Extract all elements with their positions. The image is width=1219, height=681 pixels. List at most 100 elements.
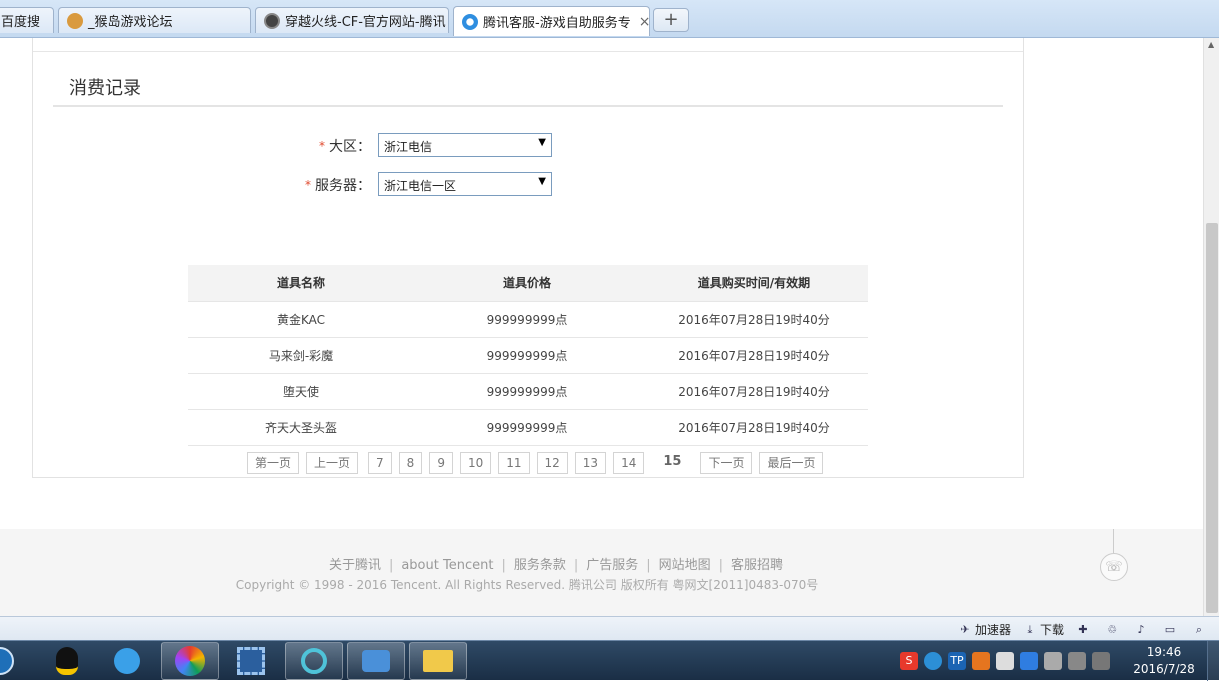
page-link-14[interactable]: 14 — [613, 452, 645, 474]
page-link-13[interactable]: 13 — [574, 452, 607, 474]
download-button[interactable]: ⤓ 下载 — [1023, 621, 1064, 638]
page-link-9[interactable]: 9 — [429, 452, 453, 474]
item-name-cell: 齐天大圣头盔 — [188, 409, 414, 446]
prev-page-button[interactable]: 上一页 — [306, 452, 359, 474]
firstaid-button[interactable]: ✚ — [1076, 623, 1093, 637]
qq-penguin-icon — [56, 647, 78, 675]
footer-separator: | — [573, 558, 579, 573]
table-row: 马来剑-彩魔 999999999点 2016年07月28日19时40分 — [188, 337, 868, 374]
copyright-text: Copyright © 1998 - 2016 Tencent. All Rig… — [235, 578, 819, 592]
folder-icon — [423, 650, 453, 672]
page-link-7[interactable]: 7 — [368, 452, 392, 474]
page-link-10[interactable]: 10 — [459, 452, 492, 474]
footer-separator: | — [646, 558, 651, 573]
start-button[interactable] — [0, 642, 22, 680]
purchase-table: 道具名称 道具价格 道具购买时间/有效期 黄金KAC 999999999点 20… — [188, 265, 868, 446]
taskbar-chat[interactable] — [347, 642, 405, 680]
clock-time: 19:46 — [1146, 645, 1182, 659]
site-footer: ☏ 关于腾讯 | about Tencent | 服务条款 | 广告服务 | 网站地图 | 客服招聘… — [0, 529, 1203, 616]
colorful-browser-icon — [175, 646, 205, 676]
usb-icon[interactable] — [1044, 652, 1062, 670]
zoom-button[interactable]: ⌕ — [1192, 623, 1209, 637]
new-tab-button[interactable]: + — [653, 8, 689, 32]
tab-tencent-service[interactable]: 腾讯客服-游戏自助服务专 × — [453, 6, 650, 36]
footer-link-terms[interactable]: 服务条款 — [514, 558, 566, 573]
footer-link-jobs[interactable]: 客服招聘 — [731, 558, 783, 573]
security-shield-icon[interactable] — [1020, 652, 1038, 670]
first-page-button[interactable]: 第一页 — [247, 452, 300, 474]
network-icon[interactable] — [1068, 652, 1086, 670]
taskbar-app-bird[interactable] — [98, 642, 156, 680]
clock-date: 2016/7/28 — [1133, 662, 1195, 676]
item-time-cell: 2016年07月28日19时40分 — [640, 301, 868, 338]
item-name-cell: 黄金KAC — [188, 301, 414, 338]
trash-button[interactable]: ♲ — [1105, 623, 1122, 637]
table-row: 堕天使 999999999点 2016年07月28日19时40分 — [188, 373, 868, 410]
region-select[interactable]: 浙江电信 ▼ — [378, 133, 552, 157]
region-select-value: 浙江电信 — [384, 140, 433, 154]
footer-link-ads[interactable]: 广告服务 — [586, 558, 638, 573]
tools-icon: ✈ — [960, 622, 970, 636]
footer-link-about[interactable]: 关于腾讯 — [329, 558, 381, 573]
taskbar-film[interactable] — [222, 642, 280, 680]
close-icon[interactable]: × — [639, 14, 649, 30]
tab-baidu[interactable]: 百度搜 — [0, 7, 54, 33]
item-price-cell: 999999999点 — [414, 409, 640, 446]
current-page: 15 — [651, 452, 694, 474]
server-select-value: 浙江电信一区 — [384, 179, 457, 193]
network-app-icon[interactable] — [924, 652, 942, 670]
chat-bubble-icon — [362, 650, 390, 672]
item-price-cell: 999999999点 — [414, 301, 640, 338]
table-row: 黄金KAC 999999999点 2016年07月28日19时40分 — [188, 301, 868, 338]
dropdown-arrow-icon: ▼ — [538, 176, 546, 187]
system-clock[interactable]: 19:46 2016/7/28 — [1128, 644, 1200, 678]
tab-houdao-forum[interactable]: _猴岛游戏论坛 — [58, 7, 251, 33]
last-page-button[interactable]: 最后一页 — [759, 452, 824, 474]
table-header-row: 道具名称 道具价格 道具购买时间/有效期 — [188, 265, 868, 302]
zoom-icon: ⌕ — [1195, 622, 1203, 636]
taskbar-qq[interactable] — [38, 642, 96, 680]
hotline-divider — [1113, 529, 1114, 553]
tab-cf-official[interactable]: 穿越火线-CF-官方网站-腾讯 — [255, 7, 449, 33]
next-page-button[interactable]: 下一页 — [700, 452, 753, 474]
taskbar-app-circle[interactable] — [285, 642, 343, 680]
footer-separator: | — [718, 558, 724, 573]
server-select[interactable]: 浙江电信一区 ▼ — [378, 172, 552, 196]
server-row: * 服务器： — [305, 175, 371, 195]
system-tray: S TP — [900, 641, 1116, 681]
footer-link-sitemap[interactable]: 网站地图 — [659, 558, 711, 573]
vertical-scrollbar[interactable]: ▲ — [1203, 38, 1219, 616]
show-desktop-button[interactable] — [1207, 641, 1219, 681]
start-orb-icon — [0, 647, 14, 675]
page-link-12[interactable]: 12 — [536, 452, 568, 474]
table-row: 齐天大圣头盔 999999999点 2016年07月28日19时40分 — [188, 409, 868, 446]
tab-label: 腾讯客服-游戏自助服务专 — [483, 16, 631, 31]
sound-button[interactable]: ♪ — [1134, 623, 1151, 637]
region-row: * 大区： — [319, 136, 371, 156]
item-price-cell: 999999999点 — [414, 373, 640, 410]
screen-button[interactable]: ▭ — [1163, 623, 1180, 637]
server-label: 服务器： — [315, 178, 371, 194]
cf-icon — [264, 12, 280, 29]
game-helper-icon[interactable] — [972, 652, 990, 670]
tp-icon[interactable]: TP — [948, 652, 966, 670]
sogou-icon[interactable]: S — [900, 652, 918, 670]
item-time-cell: 2016年07月28日19时40分 — [640, 409, 868, 446]
tab-label: 穿越火线-CF-官方网站-腾讯 — [285, 15, 446, 30]
accelerator-button[interactable]: ✈ 加速器 — [958, 621, 1011, 638]
taskbar-explorer[interactable] — [409, 642, 467, 680]
volume-icon[interactable] — [1092, 652, 1110, 670]
camera-icon[interactable] — [996, 652, 1014, 670]
footer-separator: | — [388, 558, 394, 573]
item-time-cell: 2016年07月28日19时40分 — [640, 337, 868, 374]
page-link-8[interactable]: 8 — [398, 452, 423, 474]
download-icon: ⤓ — [1027, 622, 1033, 636]
scroll-up-icon[interactable]: ▲ — [1208, 40, 1214, 49]
footer-link-about-en[interactable]: about Tencent — [401, 558, 493, 573]
column-header: 道具价格 — [414, 265, 640, 302]
page-link-11[interactable]: 11 — [498, 452, 530, 474]
column-header: 道具购买时间/有效期 — [640, 265, 868, 302]
scrollbar-thumb[interactable] — [1206, 223, 1218, 613]
taskbar-browser[interactable] — [161, 642, 219, 680]
browser-status-bar: ✈ 加速器 ⤓ 下载 ✚ ♲ ♪ ▭ ⌕ — [0, 616, 1219, 640]
